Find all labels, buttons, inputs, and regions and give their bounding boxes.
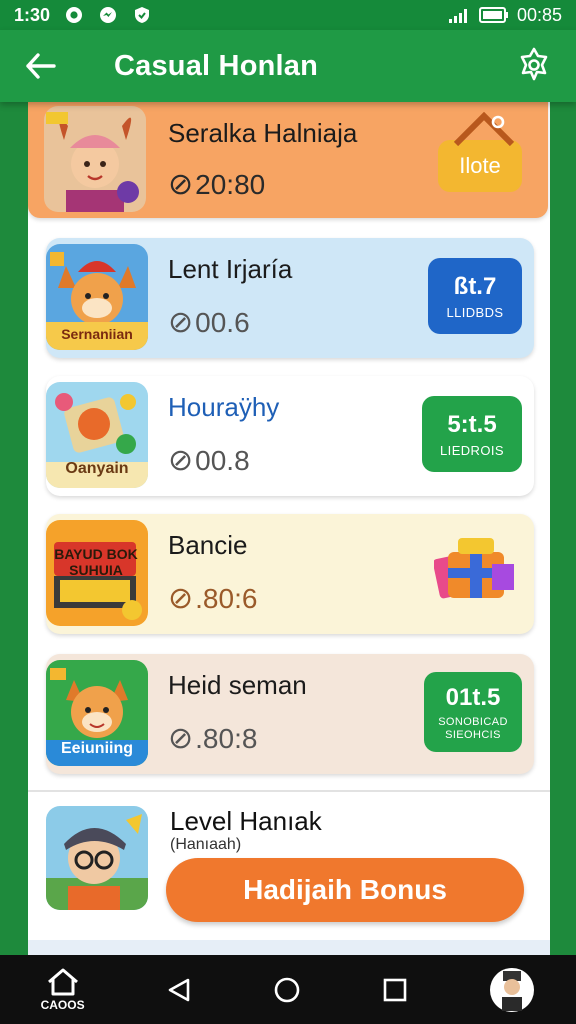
- timer-icon: ⊘: [168, 444, 194, 477]
- back-arrow-icon[interactable]: [24, 52, 56, 80]
- game-score: ⊘ 00.6: [168, 305, 292, 340]
- game-score: ⊘ .80:8: [168, 721, 307, 756]
- game-score-value: 00.8: [195, 444, 250, 476]
- game-card-4[interactable]: BAYUD BOK SUHUIA Bancie ⊘ .80:6: [46, 514, 534, 634]
- game-score-value: .80:6: [195, 582, 258, 614]
- timer-icon: ⊘: [168, 168, 194, 201]
- instagram-icon: [66, 7, 83, 23]
- game-badge[interactable]: Ilote: [438, 140, 522, 192]
- status-left: 1:30: [14, 5, 152, 26]
- settings-button[interactable]: [516, 46, 552, 87]
- game-title: Houraÿhy: [168, 392, 280, 422]
- timer-icon: ⊘: [168, 582, 194, 615]
- page-title: Casual Honlan: [114, 49, 319, 82]
- status-bar: 1:30 00:85: [0, 0, 576, 30]
- house-icon: [454, 112, 514, 146]
- thumbnail-label: Eeiuniing: [61, 740, 133, 757]
- thumbnail-label: BAYUD BOK SUHUIA: [54, 546, 138, 578]
- game-score: ⊘ 00.8: [168, 443, 279, 478]
- battery-icon: [478, 7, 508, 23]
- shield-icon: [135, 7, 150, 23]
- game-list: Seralka Halniaja ⊘ 20:80 Ilote Sernaniia…: [28, 100, 550, 955]
- next-card-edge: [28, 940, 550, 955]
- game-score: ⊘ .80:6: [168, 581, 257, 616]
- game-thumbnail: BAYUD BOK SUHUIA: [46, 520, 148, 626]
- game-thumbnail: Eeiuniing: [46, 660, 148, 766]
- level-card: Level Hanıak (Hanıaah) Hadijaih Bonus: [28, 790, 550, 938]
- signal-icon: [448, 9, 467, 23]
- badge-value: 5:t.5: [447, 410, 497, 438]
- card-text: Bancie ⊘ .80:6: [168, 530, 257, 616]
- back-triangle-icon[interactable]: [166, 977, 192, 1003]
- recents-square-icon[interactable]: [382, 977, 408, 1003]
- navigation-bar: CAOOS: [0, 955, 576, 1024]
- card-text: Lent Irjaría ⊘ 00.6: [168, 254, 292, 340]
- game-title: Heid seman: [168, 670, 307, 700]
- badge-label: Ilote: [459, 153, 501, 178]
- bonus-button[interactable]: Hadijaih Bonus: [166, 858, 524, 922]
- thumbnail-label: Oanyain: [65, 460, 129, 477]
- nav-recents[interactable]: [382, 955, 408, 1024]
- level-title: Level Hanıak: [170, 806, 322, 836]
- badge-value: ßt.7: [453, 272, 497, 300]
- nav-home-circle[interactable]: [273, 955, 301, 1024]
- game-score-value: 00.6: [195, 306, 250, 338]
- game-score-value: 20:80: [195, 168, 266, 200]
- timer-icon: ⊘: [168, 722, 194, 755]
- game-score-value: .80:8: [195, 722, 258, 754]
- gift-box-icon[interactable]: [434, 534, 518, 614]
- home-circle-icon[interactable]: [273, 976, 301, 1004]
- app-bar: Casual Honlan: [0, 30, 576, 102]
- card-text: Houraÿhy ⊘ 00.8: [168, 392, 279, 478]
- game-thumbnail: Oanyain: [46, 382, 148, 488]
- home-icon[interactable]: [46, 968, 80, 996]
- timer-icon: ⊘: [168, 306, 194, 339]
- game-title: Lent Irjaría: [168, 254, 293, 284]
- game-card-2[interactable]: Sernaniian Lent Irjaría ⊘ 00.6 ßt.7 LLID…: [46, 238, 534, 358]
- nav-home[interactable]: CAOOS: [41, 955, 85, 1024]
- game-badge[interactable]: ßt.7 LLIDBDS: [428, 258, 522, 334]
- profile-avatar[interactable]: [489, 967, 535, 1013]
- badge-label: LIEDROIS: [440, 442, 504, 458]
- game-card-5[interactable]: Eeiuniing Heid seman ⊘ .80:8 01t.5 SONOB…: [46, 654, 534, 774]
- nav-home-label: CAOOS: [40, 997, 85, 1012]
- level-avatar: [46, 806, 148, 910]
- game-title: Seralka Halniaja: [168, 118, 358, 148]
- status-right: 00:85: [448, 4, 562, 26]
- badge-value: 01t.5: [445, 683, 501, 711]
- game-card-1[interactable]: Seralka Halniaja ⊘ 20:80 Ilote: [28, 100, 548, 218]
- game-badge[interactable]: 5:t.5 LIEDROIS: [422, 396, 522, 472]
- card-text: Seralka Halniaja ⊘ 20:80: [168, 118, 357, 202]
- badge-label-2: SIEOHCIS: [445, 728, 501, 741]
- game-thumbnail: Sernaniian: [46, 244, 148, 350]
- game-badge[interactable]: 01t.5 SONOBICAD SIEOHCIS: [424, 672, 522, 752]
- card-text: Heid seman ⊘ .80:8: [168, 670, 307, 756]
- game-title: Bancie: [168, 530, 248, 560]
- level-subtitle: (Hanıaah): [170, 836, 242, 853]
- game-card-3[interactable]: Oanyain Houraÿhy ⊘ 00.8 5:t.5 LIEDROIS: [46, 376, 534, 496]
- badge-label-1: SONOBICAD: [438, 715, 508, 728]
- battery-text: 00:85: [516, 4, 562, 25]
- status-time: 1:30: [14, 4, 51, 25]
- nav-profile[interactable]: [489, 955, 535, 1024]
- thumbnail-label: Sernaniian: [61, 326, 133, 342]
- game-score: ⊘ 20:80: [168, 167, 357, 202]
- messenger-icon: [100, 7, 117, 23]
- badge-label: LLIDBDS: [446, 304, 504, 320]
- nav-back[interactable]: [166, 955, 192, 1024]
- game-thumbnail: [44, 106, 146, 212]
- gear-badge-icon[interactable]: [516, 46, 552, 82]
